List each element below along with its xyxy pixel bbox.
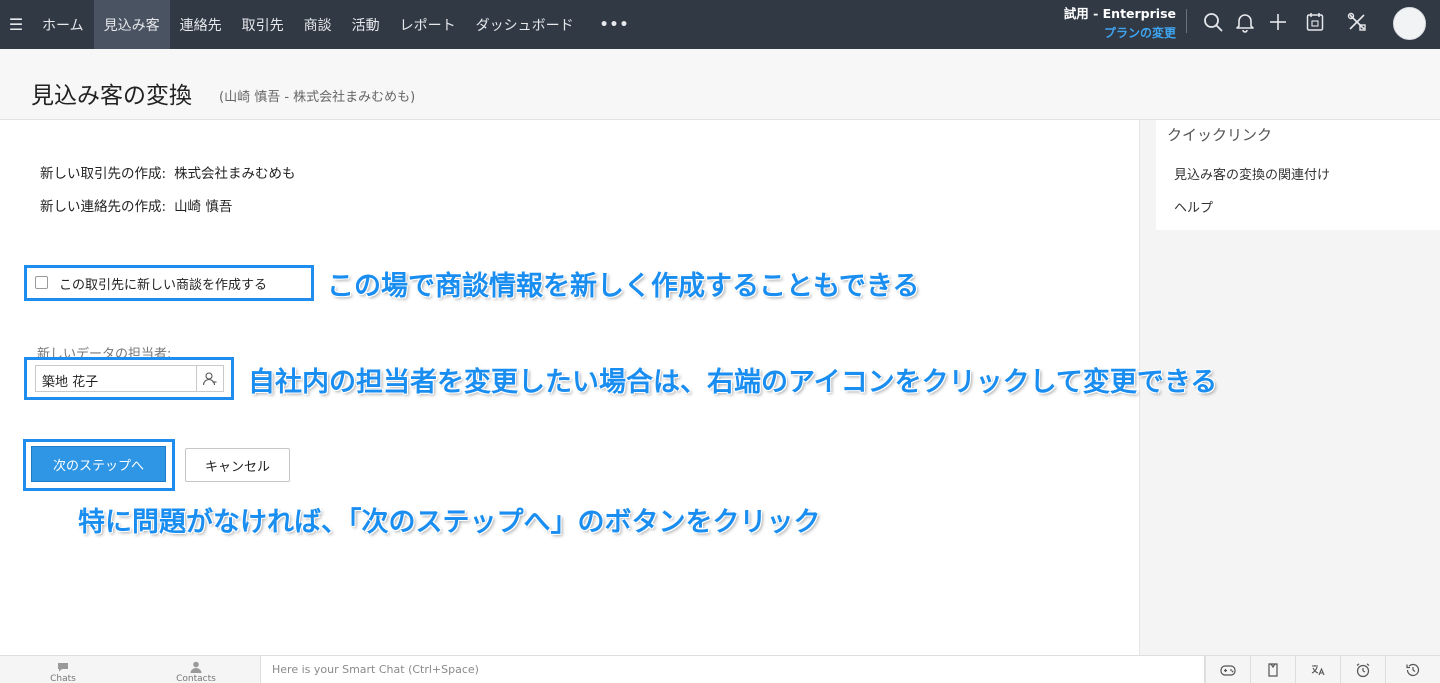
nav-item-deals[interactable]: 商談 [294, 0, 342, 49]
alarm-icon[interactable] [1340, 656, 1385, 683]
new-account-row: 新しい取引先の作成: 株式会社まみむめも [40, 162, 296, 182]
nav-item-dashboards[interactable]: ダッシュボード [466, 0, 584, 49]
nav-item-home[interactable]: ホーム [32, 0, 94, 49]
history-icon[interactable] [1385, 656, 1440, 683]
chats-label: Chats [50, 674, 76, 683]
page-header: 見込み客の変換 (山崎 慎吾 - 株式会社まみむめも) [0, 49, 1440, 120]
page-title: 見込み客の変換 [31, 83, 192, 109]
tools-icon[interactable] [1345, 10, 1369, 34]
nav-item-contacts[interactable]: 連絡先 [170, 0, 232, 49]
toolbar-divider [1186, 9, 1187, 33]
contact-card-icon[interactable] [1250, 656, 1295, 683]
nav-more-icon[interactable]: ••• [584, 0, 646, 49]
nav-item-accounts[interactable]: 取引先 [232, 0, 294, 49]
trial-edition: 試用 - Enterprise [1063, 6, 1176, 21]
new-contact-row: 新しい連絡先の作成: 山崎 慎吾 [40, 195, 232, 215]
bottom-bar: Chats Contacts Here is your Smart Chat (… [0, 655, 1440, 683]
new-contact-label: 新しい連絡先の作成: [40, 199, 167, 215]
nav-item-leads[interactable]: 見込み客 [93, 0, 170, 49]
change-plan-link[interactable]: プランの変更 [1050, 24, 1176, 43]
next-step-button[interactable]: 次のステップへ [31, 446, 166, 482]
plus-icon[interactable] [1266, 10, 1290, 34]
search-icon[interactable] [1201, 10, 1225, 34]
page-subtitle: (山崎 慎吾 - 株式会社まみむめも) [219, 90, 416, 105]
owner-input[interactable]: 築地 花子 [35, 365, 197, 392]
calendar-icon[interactable] [1303, 10, 1327, 34]
contacts-tab[interactable]: Contacts [133, 656, 259, 683]
annotation-owner: 自社内の担当者を変更したい場合は、右端のアイコンをクリックして変更できる [248, 367, 1218, 398]
chat-icon [58, 663, 68, 672]
cancel-button[interactable]: キャンセル [185, 448, 290, 482]
create-deal-checkbox[interactable] [35, 276, 48, 289]
user-lookup-icon [202, 371, 217, 385]
top-navigation-bar: ☰ ホーム 見込み客 連絡先 取引先 商談 活動 レポート ダッシュボード ••… [0, 0, 1440, 49]
owner-lookup-button[interactable] [197, 365, 224, 392]
nav-item-reports[interactable]: レポート [390, 0, 466, 49]
quick-links-title: クイックリンク [1167, 126, 1273, 144]
main-nav: ホーム 見込み客 連絡先 取引先 商談 活動 レポート ダッシュボード ••• [32, 0, 645, 49]
new-contact-value: 山崎 慎吾 [174, 199, 233, 215]
annotation-next: 特に問題がなければ、「次のステップへ」のボタンをクリック [78, 507, 821, 538]
smart-chat-input[interactable]: Here is your Smart Chat (Ctrl+Space) [260, 656, 1205, 683]
gamepad-icon[interactable] [1205, 656, 1250, 683]
avatar[interactable] [1393, 7, 1426, 40]
quick-link-conversion-mapping[interactable]: 見込み客の変換の関連付け [1174, 164, 1330, 183]
create-deal-label[interactable]: この取引先に新しい商談を作成する [59, 274, 267, 293]
new-account-label: 新しい取引先の作成: [40, 166, 167, 182]
quick-links-panel: クイックリンク 見込み客の変換の関連付け ヘルプ [1156, 120, 1440, 230]
contacts-icon [190, 661, 202, 673]
quick-link-help[interactable]: ヘルプ [1174, 197, 1213, 216]
hamburger-icon[interactable]: ☰ [0, 0, 32, 49]
bell-icon[interactable] [1233, 10, 1257, 34]
contacts-label: Contacts [176, 674, 216, 683]
chats-tab[interactable]: Chats [0, 656, 126, 683]
translate-icon[interactable] [1295, 656, 1340, 683]
nav-item-activities[interactable]: 活動 [342, 0, 390, 49]
annotation-deal: この場で商談情報を新しく作成することもできる [327, 271, 920, 302]
trial-info: 試用 - Enterprise プランの変更 [1050, 5, 1176, 43]
new-account-value: 株式会社まみむめも [174, 166, 296, 182]
